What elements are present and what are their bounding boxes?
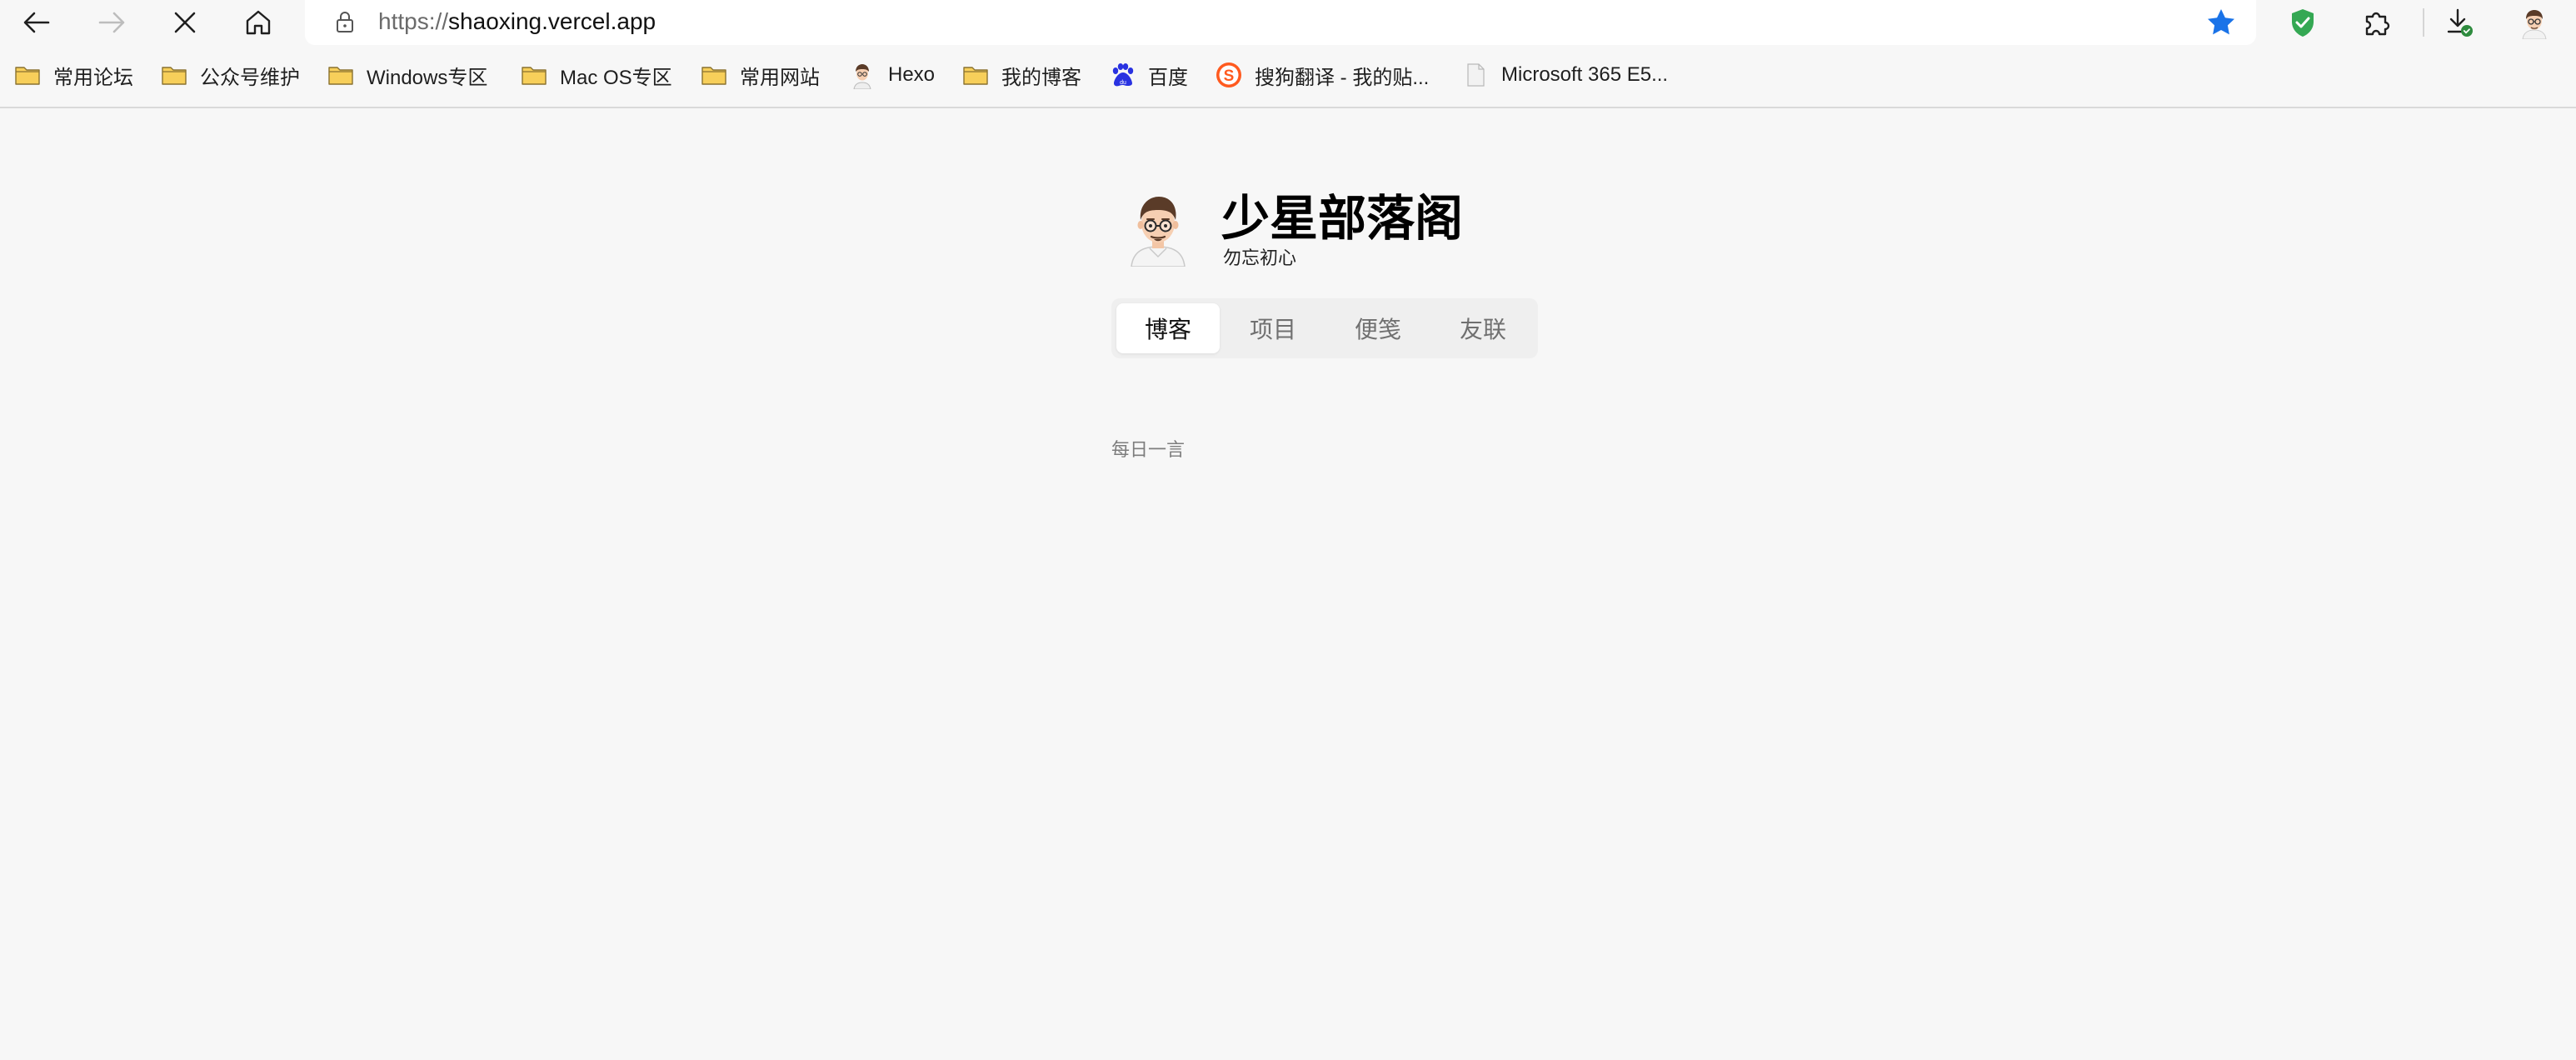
forward-button[interactable] [85,0,138,45]
profile-avatar-icon [2522,10,2547,39]
bookmark-label: 常用网站 [740,66,820,89]
site-avatar [1125,192,1191,268]
home-icon [246,10,271,35]
extensions-button[interactable] [2358,4,2394,41]
tab-blog[interactable]: 博客 [1116,303,1220,353]
section-tabs: 博客 项目 便笺 友联 [1111,298,1538,358]
bookmark-folder-forums[interactable]: 常用论坛 [13,52,133,98]
tab-friends[interactable]: 友联 [1431,303,1535,353]
lock-icon[interactable] [332,8,358,35]
bookmark-label: 我的博客 [1001,66,1081,89]
profile-button[interactable] [2516,4,2553,41]
bookmark-label: Mac OS专区 [560,66,672,89]
bookmark-label: 百度 [1148,66,1188,89]
browser-toolbar: https://shaoxing.vercel.app [0,0,2576,45]
url-scheme: https:// [378,8,449,34]
favorite-star-icon[interactable] [2204,6,2238,39]
site-title[interactable]: 少星部落阁 [1221,190,1463,248]
bookmark-folder-myblog[interactable]: 我的博客 [961,52,1081,98]
svg-text:S: S [1224,68,1235,85]
folder-icon [961,61,990,89]
folder-icon [327,61,355,89]
arrow-left-icon [23,12,50,33]
folder-icon [700,61,728,89]
download-icon [2447,8,2473,37]
site-subtitle: 勿忘初心 [1223,248,1297,268]
puzzle-icon [2365,12,2390,36]
tab-notes[interactable]: 便笺 [1326,303,1430,353]
stop-button[interactable] [158,0,212,45]
bookmark-label: Windows专区 [367,66,488,89]
shield-check-icon [2292,9,2314,37]
bookmark-label: 常用论坛 [53,66,133,89]
bookmark-folder-wechat[interactable]: 公众号维护 [160,52,300,98]
toolbar-separator [2423,8,2424,37]
bookmark-label: 公众号维护 [200,66,300,89]
cartoon-avatar-icon [1131,197,1186,268]
baidu-paw-icon: du [1108,61,1136,89]
bookmark-hexo[interactable]: Hexo [848,52,935,98]
bookmark-folder-websites[interactable]: 常用网站 [700,52,820,98]
back-button[interactable] [10,0,63,45]
bookmark-label: Microsoft 365 E5... [1501,63,1669,86]
bookmark-label: 搜狗翻译 - 我的贴... [1255,66,1430,89]
bookmark-sogou-translate[interactable]: S 搜狗翻译 - 我的贴... [1215,52,1429,98]
url-text[interactable]: https://shaoxing.vercel.app [378,7,656,37]
bookmark-folder-macos[interactable]: Mac OS专区 [520,52,672,98]
toolbar-divider [0,107,2576,108]
folder-icon [160,61,188,89]
home-button[interactable] [232,0,285,45]
shield-extension-button[interactable] [2284,4,2321,41]
arrow-right-icon [98,12,125,33]
bookmarks-bar: 常用论坛 公众号维护 Windows专区 Mac OS专区 常用网站 Hexo … [0,52,2576,98]
bookmark-label: Hexo [888,63,936,86]
bookmark-microsoft-365[interactable]: Microsoft 365 E5... [1461,52,1668,98]
avatar-icon [848,61,876,89]
bookmark-folder-windows[interactable]: Windows专区 [327,52,487,98]
page-icon [1461,61,1490,89]
sogou-icon: S [1215,61,1243,89]
address-bar[interactable]: https://shaoxing.vercel.app [305,0,2256,45]
url-host: shaoxing.vercel.app [448,8,656,34]
folder-icon [13,61,42,89]
daily-quote-label: 每日一言 [1111,439,1186,460]
downloads-button[interactable] [2441,4,2478,41]
tab-projects[interactable]: 项目 [1221,303,1325,353]
folder-icon [520,61,548,89]
bookmark-baidu[interactable]: du 百度 [1108,52,1188,98]
svg-text:du: du [1120,80,1126,86]
close-icon [174,12,196,33]
